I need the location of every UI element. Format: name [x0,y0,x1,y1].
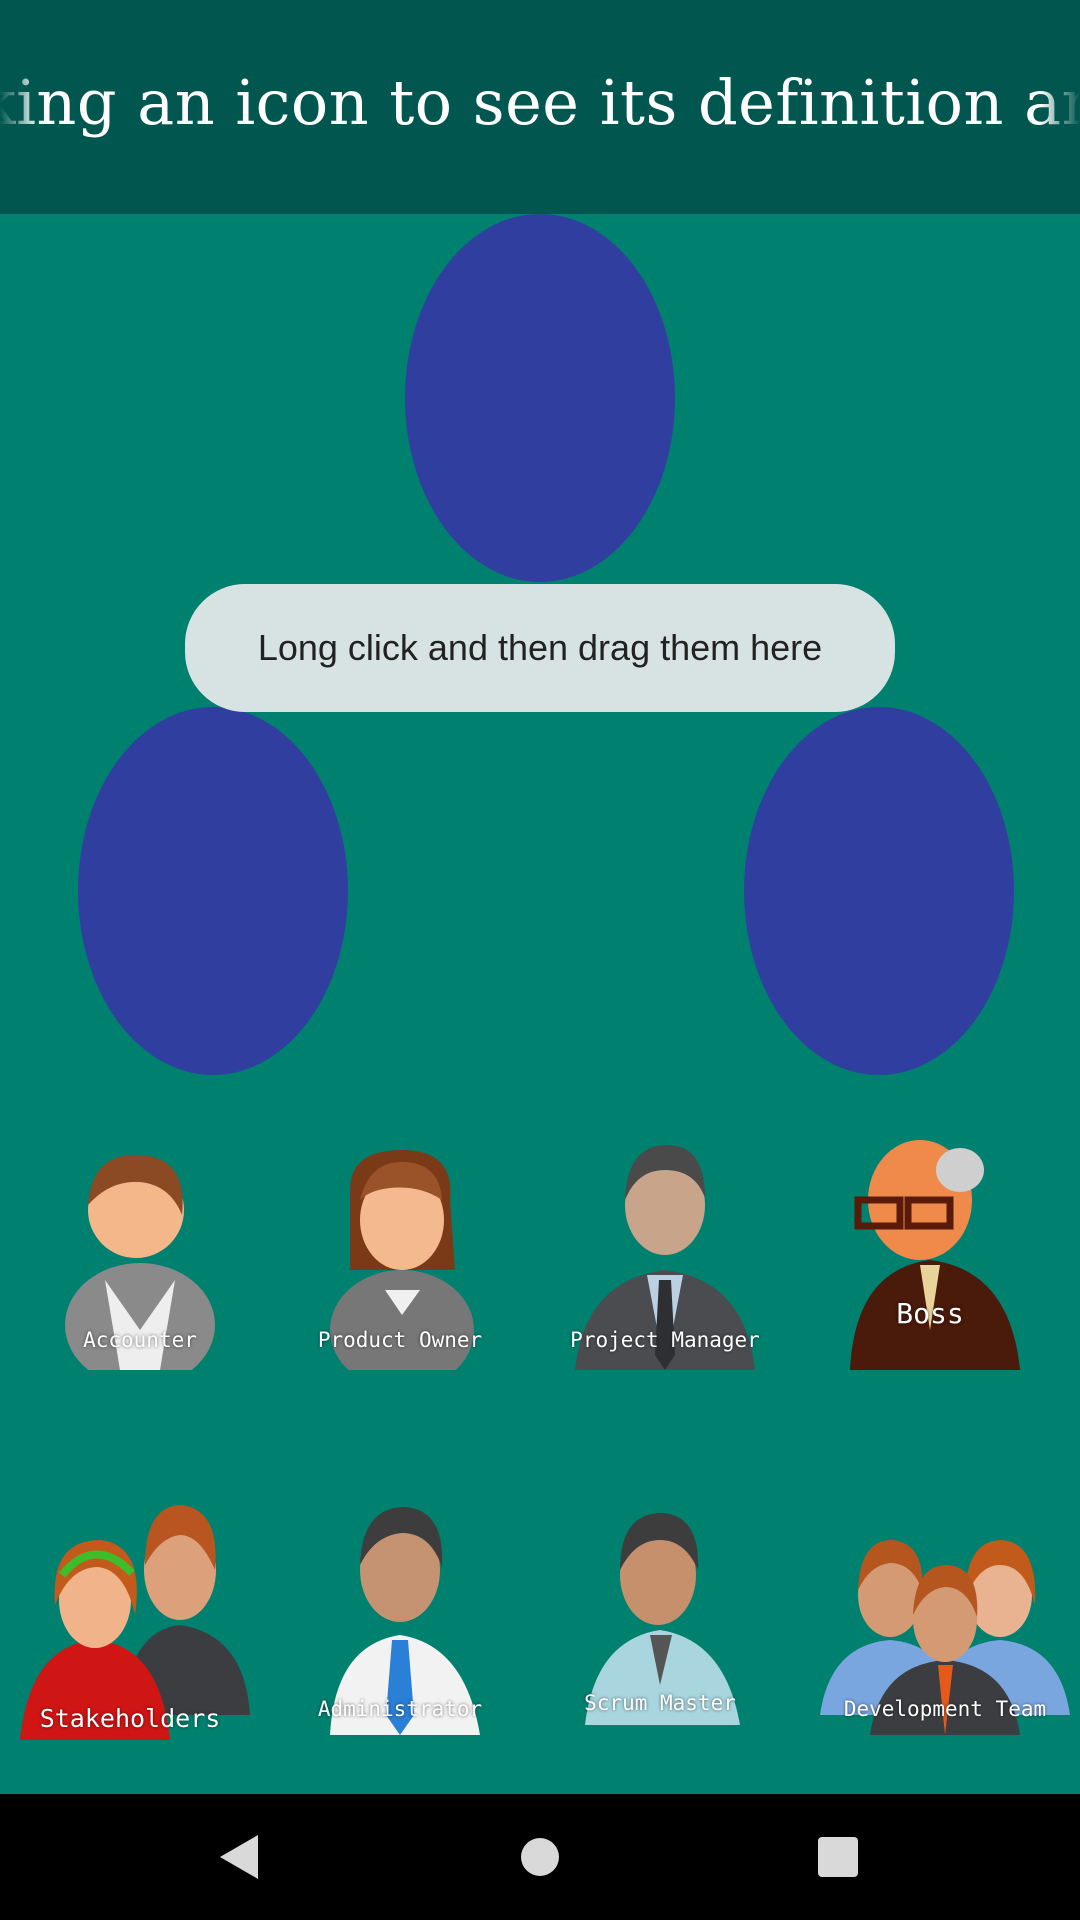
drop-slot-right[interactable] [744,707,1014,1075]
role-project-manager[interactable]: Project Manager [555,1130,775,1370]
role-label: Project Manager [570,1328,760,1352]
role-administrator[interactable]: Administrator [290,1495,510,1735]
role-label: Development Team [843,1697,1047,1721]
role-product-owner[interactable]: Product Owner [290,1130,510,1370]
role-accounter[interactable]: Accounter [30,1130,250,1370]
marquee-instruction: king an icon to see its definition and d… [0,66,1080,139]
system-nav-bar [0,1794,1080,1920]
role-stakeholders[interactable]: Stakeholders [20,1495,250,1740]
role-scrum-master[interactable]: Scrum Master [550,1495,770,1735]
role-development-team[interactable]: Development Team [820,1495,1070,1735]
role-label: Stakeholders [39,1704,221,1733]
boss-icon [850,1140,1020,1370]
home-icon[interactable] [510,1827,570,1887]
recents-icon[interactable] [808,1827,868,1887]
role-label: Accounter [83,1328,197,1352]
drop-slot-top[interactable] [405,214,675,582]
role-label: Boss [896,1297,964,1330]
marquee-fade-right [1040,0,1080,214]
drop-slot-left[interactable] [78,707,348,1075]
role-label: Scrum Master [584,1691,736,1715]
role-boss[interactable]: Boss [820,1130,1040,1370]
role-label: Administrator [317,1697,483,1721]
marquee-fade-left [0,0,40,214]
role-label: Product Owner [317,1328,483,1352]
app-bar: king an icon to see its definition and d… [0,0,1080,214]
back-icon[interactable] [210,1827,270,1887]
drag-hint-bubble: Long click and then drag them here [185,584,895,712]
